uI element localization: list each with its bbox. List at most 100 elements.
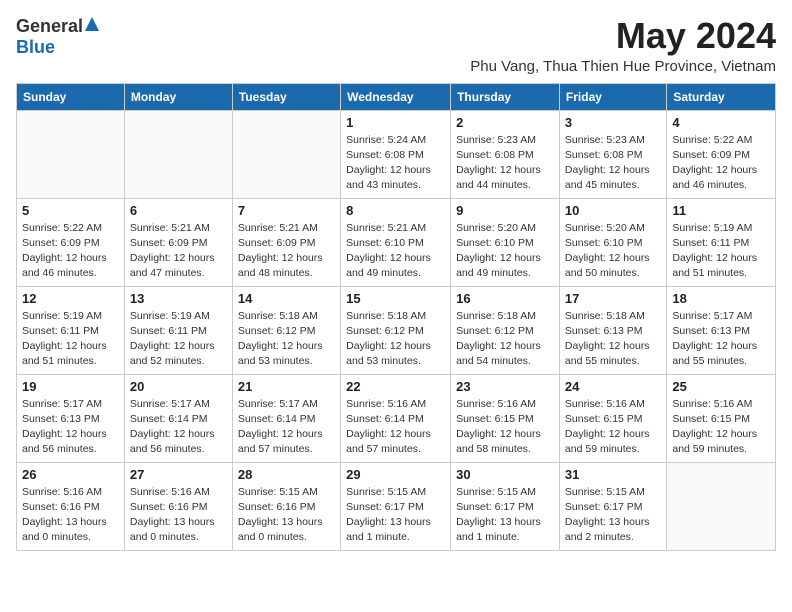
day-info: Sunrise: 5:22 AM Sunset: 6:09 PM Dayligh… (22, 221, 119, 282)
day-info: Sunrise: 5:16 AM Sunset: 6:15 PM Dayligh… (565, 397, 661, 458)
day-cell: 15Sunrise: 5:18 AM Sunset: 6:12 PM Dayli… (341, 286, 451, 374)
location-title: Phu Vang, Thua Thien Hue Province, Vietn… (470, 58, 776, 75)
day-cell (667, 462, 776, 550)
day-cell: 21 Sunrise: 5:17 AM Sunset: 6:14 PM Dayli… (232, 374, 340, 462)
day-info: Sunrise: 5:18 AM Sunset: 6:12 PM Dayligh… (346, 309, 445, 370)
day-cell: 26Sunrise: 5:16 AM Sunset: 6:16 PM Dayli… (17, 462, 125, 550)
day-info: Sunrise: 5:15 AM Sunset: 6:17 PM Dayligh… (346, 485, 445, 546)
day-number: 1 (346, 115, 445, 130)
day-cell (232, 110, 340, 198)
day-info: Sunrise: 5:16 AM Sunset: 6:14 PM Dayligh… (346, 397, 445, 458)
day-cell: 1 Sunrise: 5:24 AM Sunset: 6:08 PM Daylig… (341, 110, 451, 198)
logo-general: General (16, 16, 83, 37)
header-monday: Monday (124, 83, 232, 110)
day-cell: 3Sunrise: 5:23 AM Sunset: 6:08 PM Daylig… (559, 110, 666, 198)
day-info: Sunrise: 5:21 AM Sunset: 6:10 PM Dayligh… (346, 221, 445, 282)
day-info: Sunrise: 5:16 AM Sunset: 6:16 PM Dayligh… (130, 485, 227, 546)
day-info: Sunrise: 5:16 AM Sunset: 6:15 PM Dayligh… (456, 397, 554, 458)
day-number: 6 (130, 203, 227, 218)
title-section: May 2024 Phu Vang, Thua Thien Hue Provin… (470, 16, 776, 75)
day-number: 9 (456, 203, 554, 218)
day-info: Sunrise: 5:17 AM Sunset: 6:13 PM Dayligh… (22, 397, 119, 458)
day-number: 26 (22, 467, 119, 482)
day-info: Sunrise: 5:21 AM Sunset: 6:09 PM Dayligh… (130, 221, 227, 282)
header-wednesday: Wednesday (341, 83, 451, 110)
week-row-3: 12Sunrise: 5:19 AM Sunset: 6:11 PM Dayli… (17, 286, 776, 374)
day-cell: 27 Sunrise: 5:16 AM Sunset: 6:16 PM Dayli… (124, 462, 232, 550)
day-cell: 20 Sunrise: 5:17 AM Sunset: 6:14 PM Dayli… (124, 374, 232, 462)
day-number: 10 (565, 203, 661, 218)
day-number: 31 (565, 467, 661, 482)
day-info: Sunrise: 5:20 AM Sunset: 6:10 PM Dayligh… (456, 221, 554, 282)
day-number: 18 (672, 291, 770, 306)
day-number: 4 (672, 115, 770, 130)
month-title: May 2024 (470, 16, 776, 56)
week-row-4: 19 Sunrise: 5:17 AM Sunset: 6:13 PM Dayli… (17, 374, 776, 462)
day-info: Sunrise: 5:20 AM Sunset: 6:10 PM Dayligh… (565, 221, 661, 282)
day-info: Sunrise: 5:21 AM Sunset: 6:09 PM Dayligh… (238, 221, 335, 282)
day-number: 16 (456, 291, 554, 306)
day-cell: 6 Sunrise: 5:21 AM Sunset: 6:09 PM Daylig… (124, 198, 232, 286)
day-cell: 25 Sunrise: 5:16 AM Sunset: 6:15 PM Dayli… (667, 374, 776, 462)
day-cell: 18 Sunrise: 5:17 AM Sunset: 6:13 PM Dayli… (667, 286, 776, 374)
day-cell: 31 Sunrise: 5:15 AM Sunset: 6:17 PM Dayli… (559, 462, 666, 550)
day-cell: 13 Sunrise: 5:19 AM Sunset: 6:11 PM Dayli… (124, 286, 232, 374)
day-info: Sunrise: 5:17 AM Sunset: 6:13 PM Dayligh… (672, 309, 770, 370)
day-info: Sunrise: 5:19 AM Sunset: 6:11 PM Dayligh… (130, 309, 227, 370)
day-number: 13 (130, 291, 227, 306)
day-cell: 12Sunrise: 5:19 AM Sunset: 6:11 PM Dayli… (17, 286, 125, 374)
day-number: 7 (238, 203, 335, 218)
week-row-2: 5 Sunrise: 5:22 AM Sunset: 6:09 PM Daylig… (17, 198, 776, 286)
day-cell: 8 Sunrise: 5:21 AM Sunset: 6:10 PM Daylig… (341, 198, 451, 286)
day-info: Sunrise: 5:17 AM Sunset: 6:14 PM Dayligh… (130, 397, 227, 458)
day-number: 19 (22, 379, 119, 394)
day-cell: 7 Sunrise: 5:21 AM Sunset: 6:09 PM Daylig… (232, 198, 340, 286)
day-number: 29 (346, 467, 445, 482)
header-thursday: Thursday (451, 83, 560, 110)
day-cell: 4 Sunrise: 5:22 AM Sunset: 6:09 PM Daylig… (667, 110, 776, 198)
day-number: 11 (672, 203, 770, 218)
day-number: 2 (456, 115, 554, 130)
logo-icon (85, 17, 99, 36)
day-cell: 5 Sunrise: 5:22 AM Sunset: 6:09 PM Daylig… (17, 198, 125, 286)
day-info: Sunrise: 5:24 AM Sunset: 6:08 PM Dayligh… (346, 133, 445, 194)
day-number: 24 (565, 379, 661, 394)
day-info: Sunrise: 5:16 AM Sunset: 6:15 PM Dayligh… (672, 397, 770, 458)
day-info: Sunrise: 5:15 AM Sunset: 6:16 PM Dayligh… (238, 485, 335, 546)
page-header: General Blue May 2024 Phu Vang, Thua Thi… (16, 16, 776, 75)
day-number: 20 (130, 379, 227, 394)
logo: General Blue (16, 16, 99, 58)
day-info: Sunrise: 5:18 AM Sunset: 6:12 PM Dayligh… (238, 309, 335, 370)
day-cell: 9 Sunrise: 5:20 AM Sunset: 6:10 PM Daylig… (451, 198, 560, 286)
day-info: Sunrise: 5:19 AM Sunset: 6:11 PM Dayligh… (22, 309, 119, 370)
day-cell: 10 Sunrise: 5:20 AM Sunset: 6:10 PM Dayli… (559, 198, 666, 286)
day-number: 28 (238, 467, 335, 482)
day-number: 21 (238, 379, 335, 394)
day-cell: 24 Sunrise: 5:16 AM Sunset: 6:15 PM Dayli… (559, 374, 666, 462)
day-info: Sunrise: 5:22 AM Sunset: 6:09 PM Dayligh… (672, 133, 770, 194)
day-info: Sunrise: 5:17 AM Sunset: 6:14 PM Dayligh… (238, 397, 335, 458)
day-cell (124, 110, 232, 198)
header-sunday: Sunday (17, 83, 125, 110)
day-number: 25 (672, 379, 770, 394)
day-cell: 30Sunrise: 5:15 AM Sunset: 6:17 PM Dayli… (451, 462, 560, 550)
day-cell: 11 Sunrise: 5:19 AM Sunset: 6:11 PM Dayli… (667, 198, 776, 286)
logo-blue: Blue (16, 37, 55, 58)
day-cell: 16 Sunrise: 5:18 AM Sunset: 6:12 PM Dayli… (451, 286, 560, 374)
day-number: 14 (238, 291, 335, 306)
day-cell: 28 Sunrise: 5:15 AM Sunset: 6:16 PM Dayli… (232, 462, 340, 550)
day-cell: 14 Sunrise: 5:18 AM Sunset: 6:12 PM Dayli… (232, 286, 340, 374)
calendar-header-row: Sunday Monday Tuesday Wednesday Thursday… (17, 83, 776, 110)
day-number: 8 (346, 203, 445, 218)
day-number: 5 (22, 203, 119, 218)
day-number: 3 (565, 115, 661, 130)
day-cell: 22Sunrise: 5:16 AM Sunset: 6:14 PM Dayli… (341, 374, 451, 462)
header-saturday: Saturday (667, 83, 776, 110)
day-info: Sunrise: 5:15 AM Sunset: 6:17 PM Dayligh… (565, 485, 661, 546)
week-row-1: 1 Sunrise: 5:24 AM Sunset: 6:08 PM Daylig… (17, 110, 776, 198)
day-info: Sunrise: 5:19 AM Sunset: 6:11 PM Dayligh… (672, 221, 770, 282)
day-info: Sunrise: 5:23 AM Sunset: 6:08 PM Dayligh… (456, 133, 554, 194)
day-number: 27 (130, 467, 227, 482)
day-number: 23 (456, 379, 554, 394)
day-info: Sunrise: 5:18 AM Sunset: 6:12 PM Dayligh… (456, 309, 554, 370)
